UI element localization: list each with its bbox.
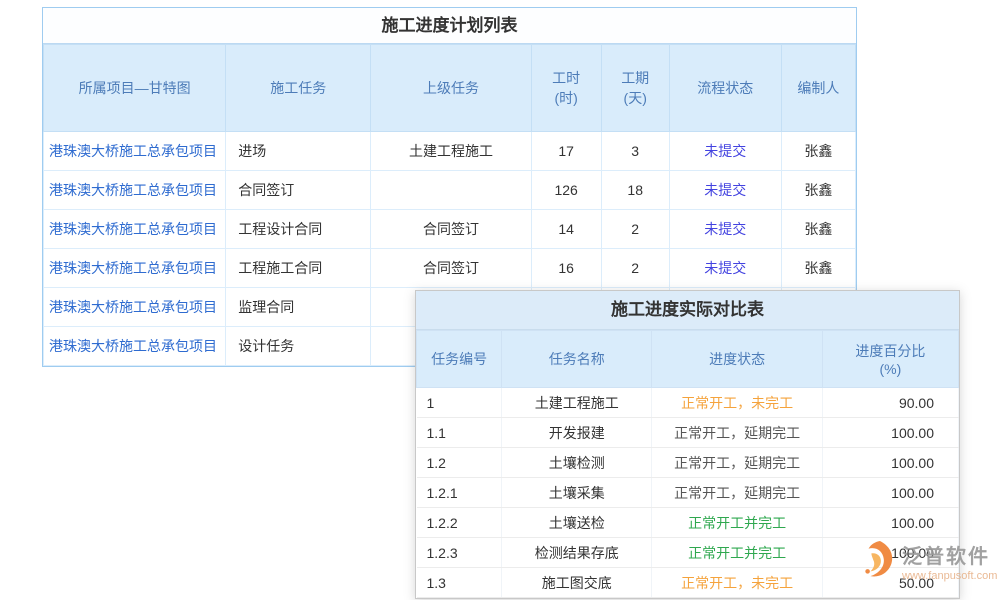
plan-col-status: 流程状态 bbox=[669, 45, 781, 132]
progress-percent-cell: 100.00 bbox=[822, 478, 958, 508]
table-row: 港珠澳大桥施工总承包项目 工程设计合同 合同签订 14 2 未提交 张鑫 bbox=[44, 210, 856, 249]
task-id-cell: 1.1 bbox=[417, 418, 502, 448]
task-name-cell: 土建工程施工 bbox=[502, 388, 652, 418]
author-cell: 张鑫 bbox=[781, 210, 855, 249]
progress-percent-cell: 100.00 bbox=[822, 418, 958, 448]
author-cell: 张鑫 bbox=[781, 249, 855, 288]
parent-task-cell: 合同签订 bbox=[371, 210, 531, 249]
progress-status-cell: 正常开工并完工 bbox=[652, 538, 822, 568]
status-link[interactable]: 未提交 bbox=[669, 171, 781, 210]
plan-col-days: 工期 (天) bbox=[601, 45, 669, 132]
progress-status-cell: 正常开工并完工 bbox=[652, 508, 822, 538]
table-row: 港珠澳大桥施工总承包项目 工程施工合同 合同签订 16 2 未提交 张鑫 bbox=[44, 249, 856, 288]
progress-status-cell: 正常开工，未完工 bbox=[652, 388, 822, 418]
project-link[interactable]: 港珠澳大桥施工总承包项目 bbox=[44, 249, 226, 288]
status-link[interactable]: 未提交 bbox=[669, 210, 781, 249]
task-cell: 设计任务 bbox=[226, 327, 371, 366]
days-cell: 2 bbox=[601, 249, 669, 288]
progress-status-cell: 正常开工，未完工 bbox=[652, 568, 822, 598]
task-id-cell: 1.2.2 bbox=[417, 508, 502, 538]
project-link[interactable]: 港珠澳大桥施工总承包项目 bbox=[44, 171, 226, 210]
progress-status-cell: 正常开工，延期完工 bbox=[652, 478, 822, 508]
task-name-cell: 开发报建 bbox=[502, 418, 652, 448]
task-name-cell: 土壤检测 bbox=[502, 448, 652, 478]
comparison-table-title: 施工进度实际对比表 bbox=[416, 291, 959, 330]
days-cell: 2 bbox=[601, 210, 669, 249]
table-row: 1.2 土壤检测 正常开工，延期完工 100.00 bbox=[417, 448, 959, 478]
progress-percent-cell: 100.00 bbox=[822, 538, 958, 568]
comparison-table: 施工进度实际对比表 任务编号 任务名称 进度状态 进度百分比 (%) 1 土建工… bbox=[415, 290, 960, 599]
progress-percent-cell: 100.00 bbox=[822, 448, 958, 478]
days-cell: 18 bbox=[601, 171, 669, 210]
task-name-cell: 土壤送检 bbox=[502, 508, 652, 538]
task-id-cell: 1.3 bbox=[417, 568, 502, 598]
progress-percent-cell: 90.00 bbox=[822, 388, 958, 418]
status-link[interactable]: 未提交 bbox=[669, 249, 781, 288]
parent-task-cell: 土建工程施工 bbox=[371, 132, 531, 171]
project-link[interactable]: 港珠澳大桥施工总承包项目 bbox=[44, 327, 226, 366]
progress-percent-cell: 100.00 bbox=[822, 508, 958, 538]
table-row: 1 土建工程施工 正常开工，未完工 90.00 bbox=[417, 388, 959, 418]
progress-percent-cell: 50.00 bbox=[822, 568, 958, 598]
hours-cell: 14 bbox=[531, 210, 601, 249]
task-id-cell: 1.2 bbox=[417, 448, 502, 478]
plan-col-task: 施工任务 bbox=[226, 45, 371, 132]
project-link[interactable]: 港珠澳大桥施工总承包项目 bbox=[44, 210, 226, 249]
table-row: 1.3 施工图交底 正常开工，未完工 50.00 bbox=[417, 568, 959, 598]
task-id-cell: 1.2.1 bbox=[417, 478, 502, 508]
author-cell: 张鑫 bbox=[781, 132, 855, 171]
cmp-col-task-id: 任务编号 bbox=[417, 331, 502, 388]
author-cell: 张鑫 bbox=[781, 171, 855, 210]
cmp-col-progress-status: 进度状态 bbox=[652, 331, 822, 388]
plan-col-hours: 工时 (时) bbox=[531, 45, 601, 132]
project-link[interactable]: 港珠澳大桥施工总承包项目 bbox=[44, 288, 226, 327]
table-row: 1.1 开发报建 正常开工，延期完工 100.00 bbox=[417, 418, 959, 448]
project-link[interactable]: 港珠澳大桥施工总承包项目 bbox=[44, 132, 226, 171]
cmp-col-task-name: 任务名称 bbox=[502, 331, 652, 388]
plan-col-author: 编制人 bbox=[781, 45, 855, 132]
days-cell: 3 bbox=[601, 132, 669, 171]
hours-cell: 17 bbox=[531, 132, 601, 171]
table-row: 港珠澳大桥施工总承包项目 进场 土建工程施工 17 3 未提交 张鑫 bbox=[44, 132, 856, 171]
hours-cell: 16 bbox=[531, 249, 601, 288]
cmp-col-progress-percent: 进度百分比 (%) bbox=[822, 331, 958, 388]
comparison-table-grid: 任务编号 任务名称 进度状态 进度百分比 (%) 1 土建工程施工 正常开工，未… bbox=[416, 330, 959, 598]
hours-cell: 126 bbox=[531, 171, 601, 210]
table-row: 1.2.3 检测结果存底 正常开工并完工 100.00 bbox=[417, 538, 959, 568]
plan-col-project: 所属项目—甘特图 bbox=[44, 45, 226, 132]
task-id-cell: 1.2.3 bbox=[417, 538, 502, 568]
task-id-cell: 1 bbox=[417, 388, 502, 418]
table-row: 1.2.1 土壤采集 正常开工，延期完工 100.00 bbox=[417, 478, 959, 508]
task-cell: 监理合同 bbox=[226, 288, 371, 327]
task-cell: 合同签订 bbox=[226, 171, 371, 210]
task-name-cell: 土壤采集 bbox=[502, 478, 652, 508]
parent-task-cell bbox=[371, 171, 531, 210]
progress-status-cell: 正常开工，延期完工 bbox=[652, 418, 822, 448]
progress-status-cell: 正常开工，延期完工 bbox=[652, 448, 822, 478]
status-link[interactable]: 未提交 bbox=[669, 132, 781, 171]
comparison-header-row: 任务编号 任务名称 进度状态 进度百分比 (%) bbox=[417, 331, 959, 388]
parent-task-cell: 合同签订 bbox=[371, 249, 531, 288]
task-name-cell: 施工图交底 bbox=[502, 568, 652, 598]
page: 施工进度计划列表 所属项目—甘特图 施工任务 上级任务 工时 (时) 工期 (天… bbox=[0, 0, 1000, 600]
plan-col-parent-task: 上级任务 bbox=[371, 45, 531, 132]
task-name-cell: 检测结果存底 bbox=[502, 538, 652, 568]
plan-header-row: 所属项目—甘特图 施工任务 上级任务 工时 (时) 工期 (天) 流程状态 编制… bbox=[44, 45, 856, 132]
task-cell: 工程施工合同 bbox=[226, 249, 371, 288]
plan-table-title: 施工进度计划列表 bbox=[43, 8, 856, 44]
table-row: 1.2.2 土壤送检 正常开工并完工 100.00 bbox=[417, 508, 959, 538]
task-cell: 进场 bbox=[226, 132, 371, 171]
table-row: 港珠澳大桥施工总承包项目 合同签订 126 18 未提交 张鑫 bbox=[44, 171, 856, 210]
task-cell: 工程设计合同 bbox=[226, 210, 371, 249]
